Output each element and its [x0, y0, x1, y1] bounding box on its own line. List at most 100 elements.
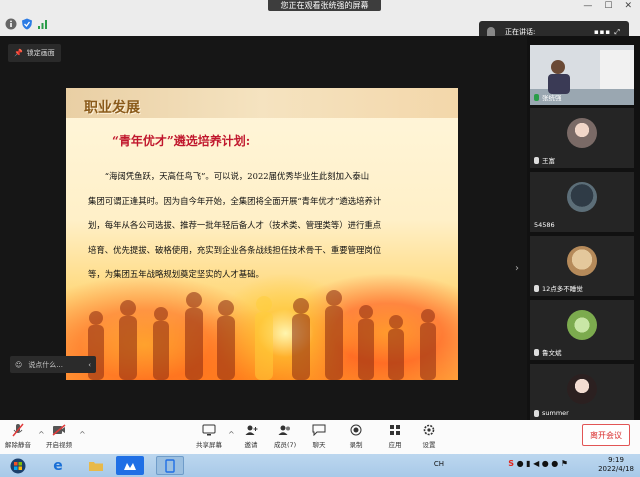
meeting-app-icon[interactable]	[116, 456, 144, 475]
participant-name: summer	[542, 409, 569, 417]
unmute-button[interactable]: 解除静音	[5, 423, 31, 449]
members-icon	[278, 423, 292, 437]
close-icon[interactable]: ✕	[624, 1, 632, 11]
share-screen-label: 共享屏幕	[196, 441, 222, 449]
members-button[interactable]: 成员(7)	[274, 423, 296, 449]
avatar	[567, 374, 597, 404]
chat-input[interactable]: ☺ 说点什么... ‹	[10, 356, 96, 373]
chevron-up-icon[interactable]: ^	[79, 430, 86, 439]
pin-icon: 📌	[14, 49, 23, 57]
slide-line: 集团可谓正逢其时。因为自今年开始，全集团将全面开展“青年优才”遴选培养计	[88, 195, 382, 206]
record-label: 录制	[349, 441, 363, 449]
shield-icon[interactable]	[20, 17, 34, 31]
info-icon[interactable]	[4, 17, 18, 31]
share-screen-icon	[202, 423, 216, 437]
clock-date[interactable]: 2022/4/18	[598, 465, 634, 474]
slide-line: 划，每年从各公司选拔、推荐一批年轻后备人才（技术类、管理类等）进行重点	[88, 220, 382, 231]
qq-icon[interactable]: ●	[542, 459, 549, 468]
mic-muted-icon	[11, 423, 25, 437]
participant-name-row: summer	[534, 409, 569, 417]
sidebar-collapse-icon[interactable]: ›	[515, 263, 519, 274]
settings-label: 设置	[422, 441, 436, 449]
participant-tile[interactable]: 王富	[530, 108, 634, 168]
mic-icon	[534, 284, 539, 292]
participant-name-row: 12点多不睡觉	[534, 283, 583, 293]
participant-name: 12点多不睡觉	[542, 285, 583, 293]
participant-name-row: 54586	[534, 221, 555, 229]
record-button[interactable]: 录制	[349, 423, 363, 449]
signal-icon[interactable]	[36, 17, 50, 31]
volume-icon[interactable]: ◀	[533, 459, 539, 468]
mic-icon	[534, 156, 539, 164]
maximize-icon[interactable]: ☐	[604, 1, 612, 11]
leave-meeting-button[interactable]: 离开会议	[582, 424, 630, 446]
os-taskbar: e CH S ● ▮ ◀ ● ● ⚑ 9:19 2022/4/18	[0, 454, 640, 477]
slide-line: “海阔凭鱼跃，天高任鸟飞”。可以说，2022届优秀毕业生此刻加入泰山	[88, 171, 370, 181]
apps-icon	[388, 423, 402, 437]
meeting-toolbar: 解除静音 ^ 开启视频 ^ 共享屏幕 ^ 邀请 成员(7) 聊天 录制 应用 设…	[0, 420, 640, 454]
members-label: 成员(7)	[274, 441, 297, 449]
participant-tile[interactable]: 张统强	[530, 45, 634, 105]
network-icon[interactable]: ▮	[526, 459, 530, 468]
participant-panel: 张统强 王富 54586 12点多不睡觉 鲁文斌 summer	[527, 36, 640, 420]
slide-body: “海阔凭鱼跃，天高任鸟飞”。可以说，2022届优秀毕业生此刻加入泰山 集团可谓正…	[88, 164, 438, 287]
lock-view-button[interactable]: 📌 锁定画面	[8, 44, 61, 62]
start-video-button[interactable]: 开启视频	[46, 423, 72, 449]
chat-label: 聊天	[312, 441, 326, 449]
invite-icon	[244, 423, 258, 437]
qq-icon[interactable]: ●	[517, 459, 524, 468]
chat-icon	[312, 423, 326, 437]
chat-placeholder: 说点什么...	[28, 360, 63, 369]
sogou-icon[interactable]: S	[508, 459, 514, 468]
invite-label: 邀请	[244, 441, 258, 449]
slide-title: 职业发展	[84, 100, 140, 116]
crowd-silhouette-illustration	[88, 290, 436, 380]
slide-line: 培育、优先提拔、破格使用，充实到企业各条战线担任技术骨干、重要管理岗位	[88, 244, 382, 255]
unmute-label: 解除静音	[5, 441, 31, 449]
record-icon	[349, 423, 363, 437]
participant-tile[interactable]: summer	[530, 364, 634, 420]
settings-button[interactable]: 设置	[422, 423, 436, 449]
apps-button[interactable]: 应用	[388, 423, 402, 449]
participant-name: 张统强	[542, 94, 562, 102]
ie-browser-icon[interactable]: e	[44, 456, 72, 475]
avatar	[567, 246, 597, 276]
mic-icon	[534, 93, 539, 101]
participant-tile[interactable]: 54586	[530, 172, 634, 232]
folder-icon[interactable]	[82, 456, 110, 475]
mic-icon	[534, 409, 539, 417]
avatar	[567, 182, 597, 212]
windows-start-icon[interactable]	[4, 456, 32, 475]
participant-name-row: 王富	[534, 155, 555, 165]
participant-name-row: 张统强	[534, 92, 562, 102]
participant-tile[interactable]: 鲁文斌	[530, 300, 634, 360]
shared-screen-stage: 📌 锁定画面 职业发展 “青年优才”遴选培养计划: “海阔凭鱼跃，天高任鸟飞”。…	[0, 36, 527, 420]
camera-off-icon	[52, 423, 66, 437]
chat-button[interactable]: 聊天	[312, 423, 326, 449]
qq-icon[interactable]: ●	[551, 459, 558, 468]
language-indicator[interactable]: CH	[434, 460, 444, 469]
minimize-icon[interactable]: —	[583, 1, 592, 11]
tablet-app-icon[interactable]	[156, 456, 184, 475]
participant-tile[interactable]: 12点多不睡觉	[530, 236, 634, 296]
lock-view-label: 锁定画面	[26, 49, 55, 57]
chevron-left-icon[interactable]: ‹	[88, 361, 91, 369]
invite-button[interactable]: 邀请	[244, 423, 258, 449]
start-video-label: 开启视频	[46, 441, 72, 449]
system-tray: CH S ● ▮ ◀ ● ● ⚑ 9:19 2022/4/18	[434, 456, 634, 474]
share-screen-button[interactable]: 共享屏幕	[196, 423, 222, 449]
apps-label: 应用	[388, 441, 402, 449]
avatar	[567, 118, 597, 148]
participant-name-row: 鲁文斌	[534, 347, 562, 357]
mic-icon	[534, 348, 539, 356]
clock-time[interactable]: 9:19	[598, 456, 634, 465]
flag-icon[interactable]: ⚑	[561, 459, 568, 468]
emoji-icon[interactable]: ☺	[15, 361, 22, 369]
screen-share-banner: 您正在观看张统强的屏幕	[268, 0, 381, 11]
chevron-up-icon[interactable]: ^	[38, 430, 45, 439]
tray-icons[interactable]: S ● ▮ ◀ ● ● ⚑	[508, 459, 568, 468]
slide-subtitle: “青年优才”遴选培养计划:	[112, 134, 251, 148]
avatar	[567, 310, 597, 340]
chevron-up-icon[interactable]: ^	[228, 430, 235, 439]
participant-name: 王富	[542, 157, 555, 165]
